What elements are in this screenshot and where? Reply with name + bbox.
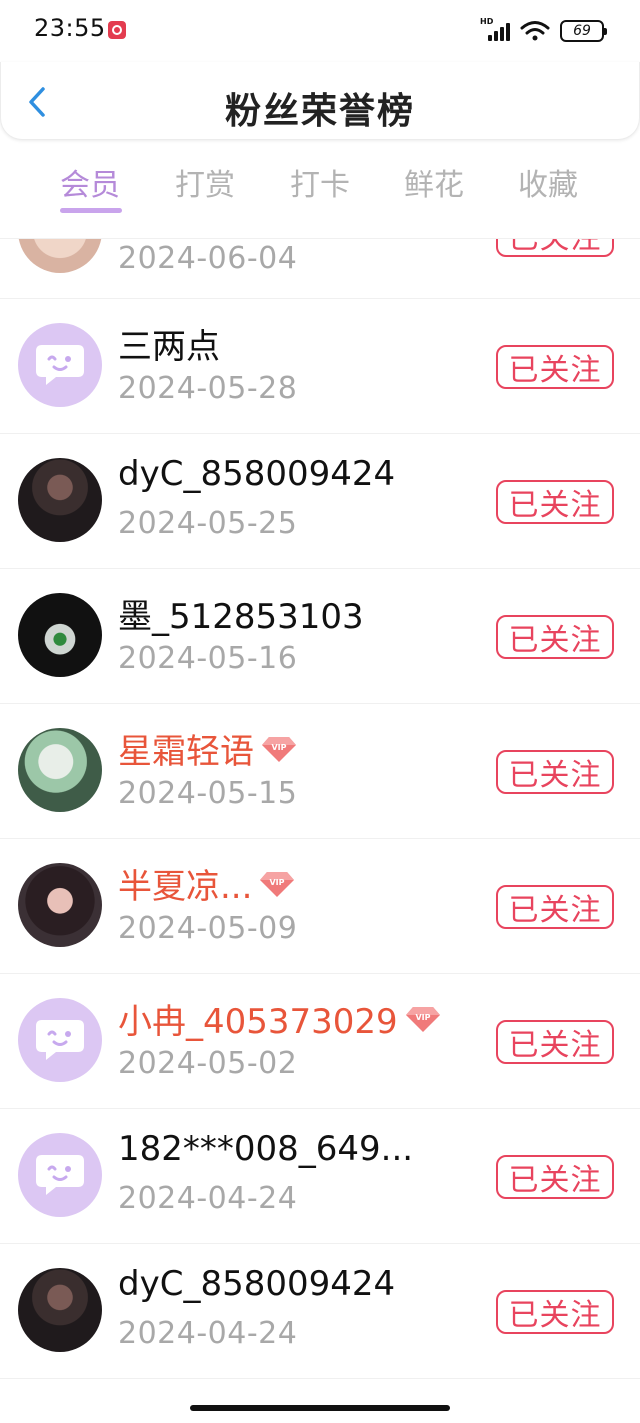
list-item[interactable]: 小冉_405373029 VIP 2024-05-02 已关注 — [0, 974, 640, 1109]
fan-name[interactable]: 墨_512853103 — [118, 589, 364, 638]
follow-date: 2024-06-04 — [118, 241, 298, 276]
follow-date: 2024-05-02 — [118, 1046, 298, 1081]
follow-date: 2024-05-28 — [118, 371, 298, 406]
avatar[interactable] — [18, 239, 102, 273]
avatar[interactable] — [18, 1268, 102, 1352]
list-item[interactable]: 星霜轻语 VIP 2024-05-15 已关注 — [0, 704, 640, 839]
chat-bubble-icon — [36, 1020, 84, 1060]
fan-name[interactable]: 三两点 — [118, 319, 220, 368]
status-time: 23:55 — [34, 14, 106, 42]
fan-list[interactable]: 2024-06-04 已关注 三两点 2024-05-28 已关注 dyC_85… — [0, 238, 640, 1388]
follow-status-button[interactable]: 已关注 — [496, 1155, 614, 1199]
tab-reward[interactable]: 打赏 — [175, 160, 235, 204]
tab-active-indicator — [60, 208, 122, 213]
battery-icon: 69 — [560, 20, 607, 42]
follow-status-button[interactable]: 已关注 — [496, 1020, 614, 1064]
fan-name-text: 半夏凉... — [118, 867, 253, 907]
chat-bubble-icon — [36, 345, 84, 385]
vip-diamond-icon: VIP — [405, 1006, 440, 1032]
follow-status-button[interactable]: 已关注 — [496, 345, 614, 389]
follow-status-button[interactable]: 已关注 — [496, 239, 614, 257]
fan-name-vip[interactable]: 小冉_405373029 VIP — [118, 994, 442, 1043]
tab-favorites[interactable]: 收藏 — [518, 160, 578, 204]
fan-name-text: 小冉_405373029 — [118, 1002, 398, 1042]
page-title: 粉丝荣誉榜 — [224, 91, 415, 132]
follow-date: 2024-04-24 — [118, 1316, 298, 1351]
avatar[interactable] — [18, 1133, 102, 1217]
avatar[interactable] — [18, 593, 102, 677]
avatar[interactable] — [18, 323, 102, 407]
follow-date: 2024-05-25 — [118, 506, 298, 541]
list-item[interactable]: 墨_512853103 2024-05-16 已关注 — [0, 569, 640, 704]
list-item[interactable]: dyC_858009424 2024-05-25 已关注 — [0, 434, 640, 569]
vip-diamond-icon: VIP — [262, 736, 296, 762]
tab-flowers[interactable]: 鲜花 — [404, 160, 464, 204]
fan-name-text: 星霜轻语 — [118, 732, 254, 772]
avatar[interactable] — [18, 998, 102, 1082]
list-item[interactable]: 2024-06-04 已关注 — [0, 239, 640, 299]
follow-status-button[interactable]: 已关注 — [496, 885, 614, 929]
notification-app-icon — [108, 21, 126, 39]
follow-status-button[interactable]: 已关注 — [496, 615, 614, 659]
follow-status-button[interactable]: 已关注 — [496, 1290, 614, 1334]
vip-badge-label: VIP — [271, 743, 286, 752]
fan-name-vip[interactable]: 星霜轻语 VIP — [118, 724, 298, 773]
list-item[interactable]: dyC_858009424 2024-04-24 已关注 — [0, 1244, 640, 1379]
battery-level: 69 — [573, 23, 591, 39]
list-item[interactable]: 半夏凉... VIP 2024-05-09 已关注 — [0, 839, 640, 974]
tab-checkin[interactable]: 打卡 — [290, 160, 350, 204]
avatar[interactable] — [18, 863, 102, 947]
cell-signal-icon: HD — [480, 17, 510, 43]
tab-member[interactable]: 会员 — [60, 160, 120, 204]
fan-name[interactable]: dyC_858009424 — [118, 454, 395, 494]
follow-date: 2024-05-16 — [118, 641, 298, 676]
avatar[interactable] — [18, 728, 102, 812]
avatar[interactable] — [18, 458, 102, 542]
list-item[interactable]: 182***008_649... 2024-04-24 已关注 — [0, 1109, 640, 1244]
fan-name-vip[interactable]: 半夏凉... VIP — [118, 859, 296, 908]
follow-status-button[interactable]: 已关注 — [496, 750, 614, 794]
status-icons: HD 69 — [480, 17, 607, 44]
nav-header: 粉丝荣誉榜 — [0, 62, 640, 140]
follow-status-button[interactable]: 已关注 — [496, 480, 614, 524]
fan-name[interactable]: dyC_858009424 — [118, 1264, 395, 1304]
follow-date: 2024-04-24 — [118, 1181, 298, 1216]
vip-diamond-icon: VIP — [260, 871, 295, 897]
chat-bubble-icon — [36, 1155, 84, 1195]
wifi-icon — [520, 21, 550, 41]
vip-badge-label: VIP — [415, 1013, 430, 1022]
gesture-bar — [0, 1390, 640, 1423]
follow-date: 2024-05-15 — [118, 776, 298, 811]
vip-badge-label: VIP — [270, 878, 285, 887]
follow-date: 2024-05-09 — [118, 911, 298, 946]
home-indicator[interactable] — [190, 1405, 450, 1411]
fan-name[interactable]: 182***008_649... — [118, 1129, 413, 1169]
list-item[interactable]: 三两点 2024-05-28 已关注 — [0, 299, 640, 434]
status-bar: 23:55 HD 69 — [0, 0, 640, 62]
tab-bar: 会员 打赏 打卡 鲜花 收藏 — [0, 150, 640, 234]
